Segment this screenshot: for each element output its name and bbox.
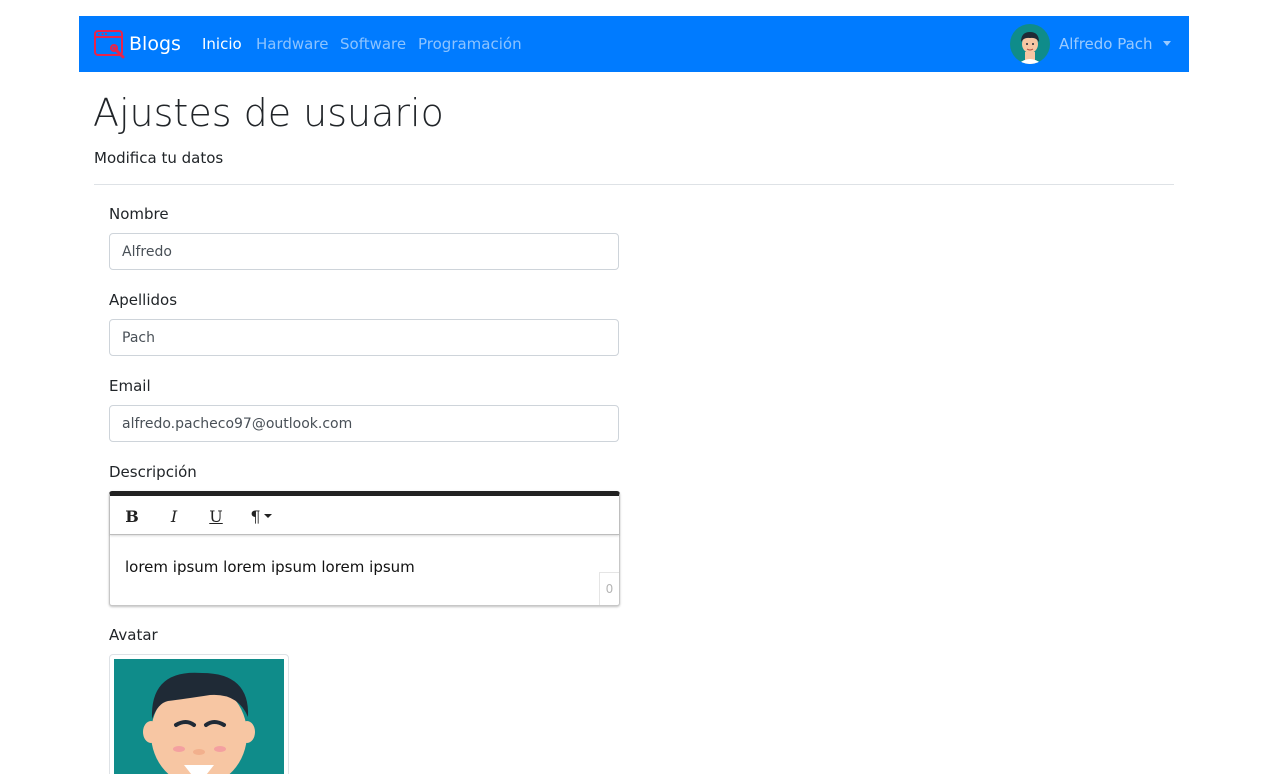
nav-link-inicio[interactable]: Inicio (202, 35, 242, 53)
brand-link[interactable]: Blogs (93, 28, 181, 60)
nombre-label: Nombre (109, 205, 169, 223)
nombre-input[interactable] (109, 233, 619, 270)
nav-link-hardware[interactable]: Hardware (256, 35, 328, 53)
chevron-down-icon (1162, 40, 1171, 46)
user-dropdown[interactable]: Alfredo Pach (1010, 24, 1171, 64)
brand-name: Blogs (129, 33, 181, 55)
italic-icon: I (170, 506, 178, 526)
avatar-label: Avatar (109, 626, 158, 644)
paragraph-dropdown-button[interactable]: ¶ (244, 504, 278, 528)
underline-icon: U (209, 506, 223, 526)
avatar-image (114, 659, 284, 774)
editor-toolbar: B I U ¶ (110, 496, 619, 535)
nav-link-programacion[interactable]: Programación (418, 35, 522, 53)
email-input[interactable] (109, 405, 619, 442)
divider (94, 184, 1174, 185)
italic-button[interactable]: I (160, 504, 188, 528)
bold-icon: B (125, 506, 139, 526)
description-editor: B I U ¶ lorem ipsum lorem ipsum lorem ip… (109, 491, 620, 606)
descripcion-label: Descripción (109, 463, 197, 481)
email-label: Email (109, 377, 151, 395)
char-count: 0 (599, 572, 619, 605)
chevron-down-icon (263, 514, 272, 518)
apellidos-input[interactable] (109, 319, 619, 356)
underline-button[interactable]: U (202, 504, 230, 528)
apellidos-label: Apellidos (109, 291, 178, 309)
navbar: Blogs Inicio Hardware Software Programac… (79, 16, 1189, 72)
user-name: Alfredo Pach (1059, 35, 1153, 53)
avatar-thumbnail[interactable] (109, 654, 289, 774)
paragraph-icon: ¶ (250, 506, 261, 526)
user-avatar (1010, 24, 1050, 64)
window-logo-icon (94, 30, 125, 59)
page-subtitle: Modifica tu datos (94, 149, 224, 167)
bold-button[interactable]: B (118, 504, 146, 528)
page-title: Ajustes de usuario (93, 91, 444, 135)
editor-text[interactable]: lorem ipsum lorem ipsum lorem ipsum (125, 558, 415, 576)
nav-link-software[interactable]: Software (340, 35, 406, 53)
